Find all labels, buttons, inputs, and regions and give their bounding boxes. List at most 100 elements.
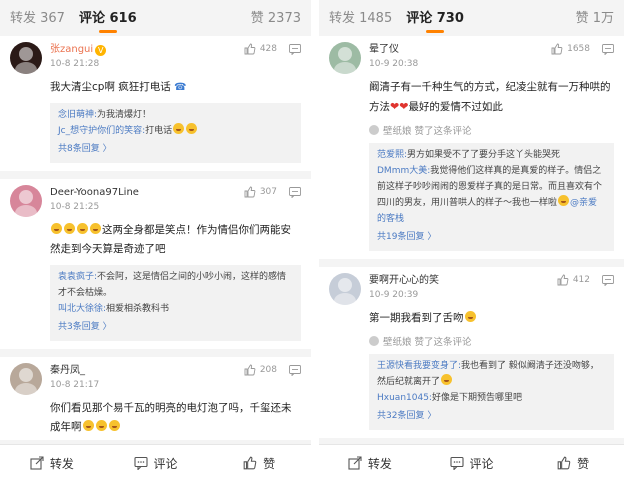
tab-likes[interactable]: 赞 2373 xyxy=(251,7,301,26)
like-button[interactable]: 赞 xyxy=(207,455,311,472)
like-count: 1658 xyxy=(567,44,590,54)
avatar[interactable] xyxy=(329,42,361,74)
reply-line: 王源快看我要变身了:我也看到了 毅似阚清子还没吻够，然后纪就离开了 xyxy=(377,361,599,387)
reply-username[interactable]: DMmm大美: xyxy=(377,166,430,176)
comment-username[interactable]: Deer-Yoona97Line xyxy=(50,186,244,200)
comment-text: 第一期我看到了舌吻 xyxy=(369,309,614,328)
comment-icon xyxy=(133,456,148,470)
comment-time: 10-8 21:28 xyxy=(50,59,100,69)
comment-icon xyxy=(449,456,464,470)
right-comment-screen: 转发 1485 评论 730 赞 1万 晕了仪 10-9 20:38 1658 … xyxy=(319,0,624,481)
comment-text: 我大清尘cp啊 疯狂打电话 ☎ xyxy=(50,81,187,93)
repost-button[interactable]: 转发 xyxy=(0,455,104,472)
heart-emoji-icon: ❤ xyxy=(390,100,400,113)
comment-text: 这两全身都是笑点！作为情侣你们两能安然走到今天算是奇迹了吧 xyxy=(50,223,291,255)
thumb-up-icon[interactable] xyxy=(244,43,256,55)
like-count: 208 xyxy=(259,365,277,375)
comment-button[interactable]: 评论 xyxy=(104,455,208,472)
avatar[interactable] xyxy=(329,273,361,305)
tab-bar: 转发 1485 评论 730 赞 1万 xyxy=(319,0,624,33)
tab-bar: 转发 367 评论 616 赞 2373 xyxy=(0,0,311,33)
more-replies-link[interactable]: 共8条回复 〉 xyxy=(58,141,293,157)
comment-username[interactable]: 晕了仪 xyxy=(369,43,551,57)
tab-likes[interactable]: 赞 1万 xyxy=(576,7,614,26)
reply-username[interactable]: 念旧萌神: xyxy=(58,110,97,120)
comment-text: 你们看见那个易千瓦的明亮的电灯泡了吗，千玺还未成年啊 xyxy=(50,402,292,433)
emoji-icon xyxy=(77,223,88,234)
emoji-icon xyxy=(441,374,453,385)
more-replies-link[interactable]: 共3条回复 〉 xyxy=(58,319,293,335)
liked-by-note: 壁纸娘 赞了这条评论 xyxy=(369,334,614,348)
reply-line: 范爱熙:男方如果受不了了要分手这丫头能哭死 xyxy=(377,150,561,160)
tab-comment[interactable]: 评论 730 xyxy=(406,7,464,33)
comment-username[interactable]: 秦丹凤_ xyxy=(50,364,244,378)
comment-username[interactable]: 要啊开心心的笑 xyxy=(369,274,557,288)
emoji-icon xyxy=(186,123,198,134)
emoji-icon xyxy=(90,223,101,234)
avatar[interactable] xyxy=(10,185,42,217)
emoji-icon xyxy=(64,223,75,234)
comment-time: 10-8 21:25 xyxy=(50,202,100,212)
reply-box[interactable]: 王源快看我要变身了:我也看到了 毅似阚清子还没吻够，然后纪就离开了 Hxuan1… xyxy=(369,354,614,430)
reply-line: Jc_想守护你们的笑容:打电话 xyxy=(58,123,293,139)
comment-button[interactable]: 评论 xyxy=(421,455,523,472)
thumb-up-icon[interactable] xyxy=(551,43,563,55)
reply-box[interactable]: 袁袁疯子:不会阿，这是情侣之间的小吵小闹，这样的感情才不会枯燥。 叫北大徐徐:相… xyxy=(50,265,301,341)
thumb-up-icon xyxy=(557,456,571,470)
reply-username[interactable]: Jc_想守护你们的笑容: xyxy=(58,126,145,136)
reply-box[interactable]: 念旧萌神:为我清爆灯！ Jc_想守护你们的笑容:打电话 共8条回复 〉 xyxy=(50,103,301,163)
tab-repost[interactable]: 转发 367 xyxy=(10,7,65,26)
more-replies-link[interactable]: 共32条回复 〉 xyxy=(377,408,606,424)
like-count: 307 xyxy=(259,187,277,197)
reply-username[interactable]: 王源快看我要变身了: xyxy=(377,361,461,371)
reply-icon[interactable] xyxy=(289,186,301,198)
avatar[interactable] xyxy=(10,363,42,395)
comment-username[interactable]: 张zangui V xyxy=(50,43,244,57)
comment-item: Deer-Yoona97Line 10-8 21:25 307 这两全身都是笑点… xyxy=(0,179,311,349)
comment-list: 张zangui V 10-8 21:28 428 我大清尘cp啊 疯狂打电话 ☎ … xyxy=(0,36,311,440)
reply-box[interactable]: 范爱熙:男方如果受不了了要分手这丫头能哭死 DMmm大美:我觉得他们这样真的是真… xyxy=(369,143,614,251)
tab-comment[interactable]: 评论 616 xyxy=(79,7,137,33)
reply-username[interactable]: 叫北大徐徐: xyxy=(58,304,106,314)
left-comment-screen: 转发 367 评论 616 赞 2373 张zangui V 10-8 21:28… xyxy=(0,0,311,481)
liked-by-note: 壁纸娘 赞了这条评论 xyxy=(369,123,614,137)
phone-emoji-icon: ☎ xyxy=(174,82,187,93)
thumb-up-icon[interactable] xyxy=(244,364,256,376)
reply-username[interactable]: Hxuan1045: xyxy=(377,393,432,403)
fan-avatar-icon xyxy=(369,336,379,346)
thumb-up-icon[interactable] xyxy=(244,186,256,198)
emoji-icon xyxy=(51,223,62,234)
emoji-icon xyxy=(558,195,570,206)
bottom-action-bar: 转发 评论 赞 xyxy=(319,444,624,481)
emoji-icon xyxy=(95,420,107,431)
comment-item: 晕了仪 10-9 20:38 1658 阚清子有一千种生气的方式，纪凌尘就有一万… xyxy=(319,36,624,259)
repost-button[interactable]: 转发 xyxy=(319,455,421,472)
reply-icon[interactable] xyxy=(602,43,614,55)
emoji-icon xyxy=(108,420,120,431)
share-icon xyxy=(30,456,44,470)
reply-icon[interactable] xyxy=(289,43,301,55)
comment-item: 秦丹凤_ 10-8 21:17 208 你们看见那个易千瓦的明亮的电灯泡了吗，千… xyxy=(0,357,311,440)
avatar[interactable] xyxy=(10,42,42,74)
comment-item: 要啊开心心的笑 10-9 20:39 412 第一期我看到了舌吻 壁纸娘 赞了这… xyxy=(319,267,624,438)
reply-username[interactable]: 袁袁疯子: xyxy=(58,272,97,282)
reply-line: 念旧萌神:为我清爆灯！ xyxy=(58,110,152,120)
share-icon xyxy=(348,456,362,470)
reply-icon[interactable] xyxy=(602,274,614,286)
like-count: 428 xyxy=(259,44,277,54)
comment-list: 晕了仪 10-9 20:38 1658 阚清子有一千种生气的方式，纪凌尘就有一万… xyxy=(319,36,624,440)
thumb-up-icon[interactable] xyxy=(557,274,569,286)
reply-line: DMmm大美:我觉得他们这样真的是真爱的样子。情侣之前这样子吵吵闹闹的恩爱样子真… xyxy=(377,166,603,224)
reply-username[interactable]: 范爱熙: xyxy=(377,150,407,160)
more-replies-link[interactable]: 共19条回复 〉 xyxy=(377,229,606,245)
reply-icon[interactable] xyxy=(289,364,301,376)
reply-line: Hxuan1045:好像是下期预告哪里吧 xyxy=(377,393,522,403)
fan-avatar-icon xyxy=(369,125,379,135)
tab-repost[interactable]: 转发 1485 xyxy=(329,7,392,26)
like-button[interactable]: 赞 xyxy=(522,455,624,472)
thumb-up-icon xyxy=(243,456,257,470)
reply-line: 袁袁疯子:不会阿，这是情侣之间的小吵小闹，这样的感情才不会枯燥。 xyxy=(58,272,287,298)
comment-text: 阚清子有一千种生气的方式，纪凌尘就有一万种哄的方法❤❤最好的爱情不过如此 xyxy=(369,81,611,113)
emoji-icon xyxy=(464,311,476,322)
emoji-icon xyxy=(82,420,94,431)
